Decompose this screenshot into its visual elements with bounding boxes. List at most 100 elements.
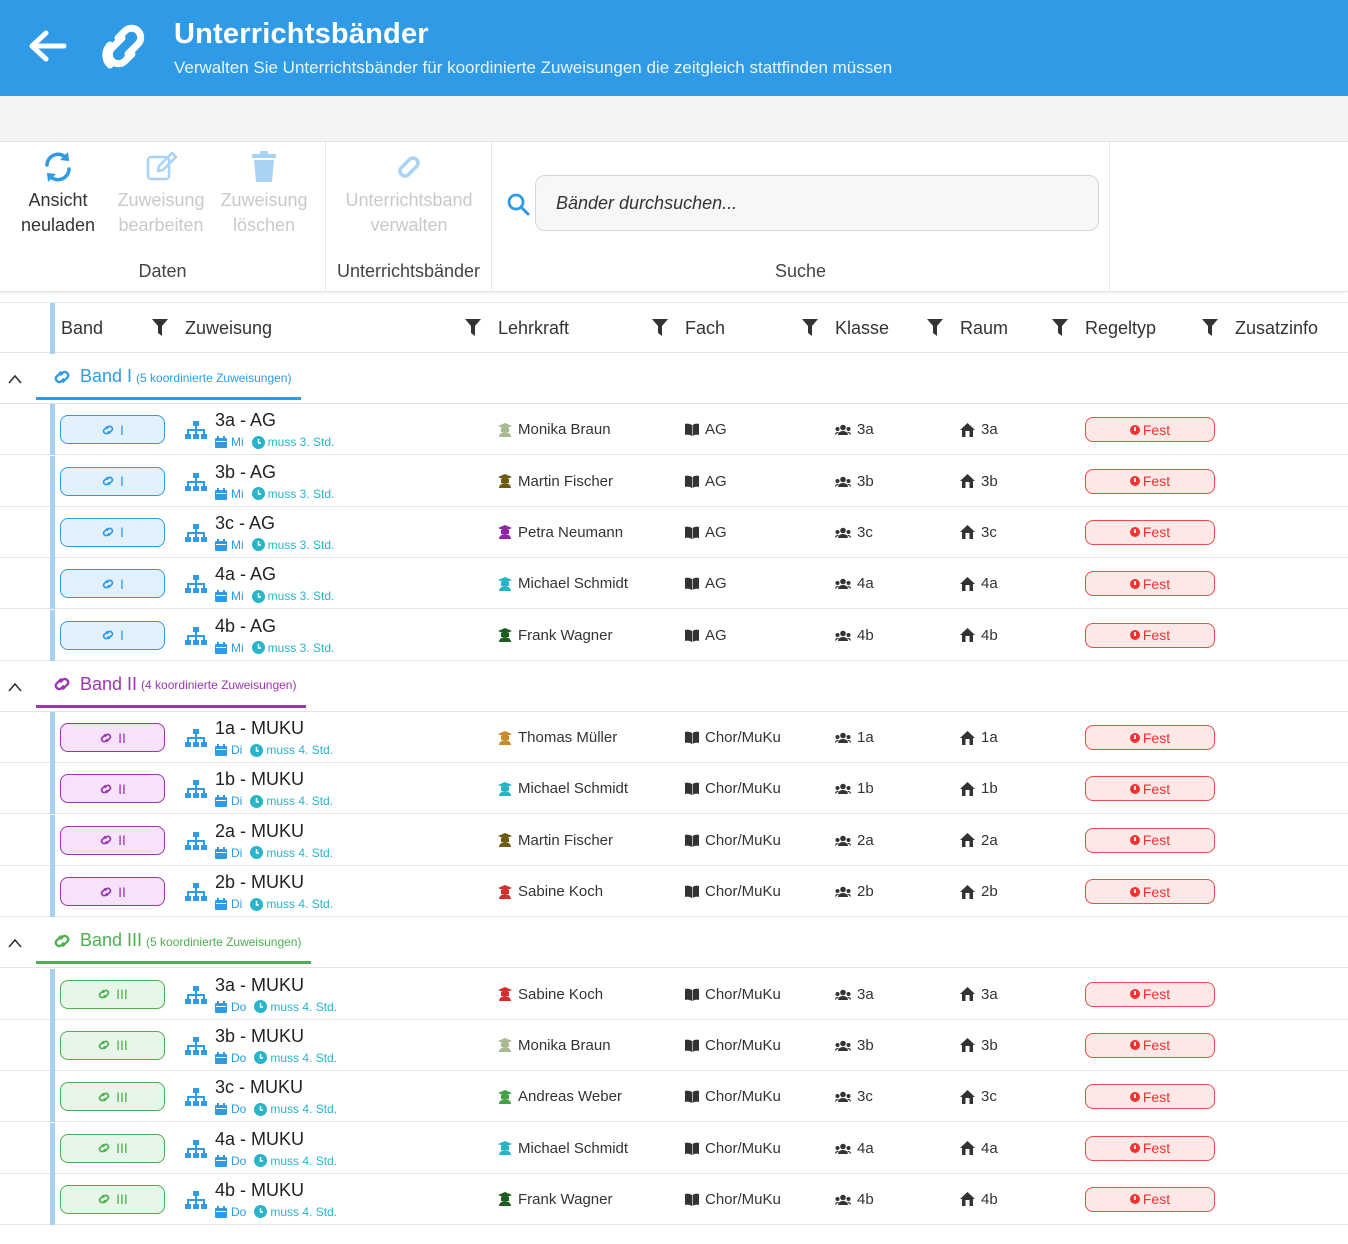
- band-group-name: Band III: [80, 930, 143, 951]
- filter-icon[interactable]: [652, 319, 668, 336]
- assignment-title: 3a - MUKU: [215, 974, 305, 995]
- band-chip[interactable]: I: [60, 620, 165, 650]
- subject-name: AG: [705, 523, 727, 541]
- manage-band-button[interactable]: Unterrichtsband verwalten: [334, 150, 484, 238]
- band-chip-label: III: [116, 1140, 128, 1156]
- band-group-count: (5 koordinierte Zuweisungen): [146, 934, 302, 949]
- column-header-zusatzinfo[interactable]: Zusatzinfo: [1235, 318, 1318, 339]
- sitemap-icon: [185, 421, 207, 440]
- class-name: 3a: [857, 985, 874, 1003]
- delete-assignment-button[interactable]: Zuweisung löschen: [214, 150, 314, 238]
- row-accent: [50, 506, 55, 558]
- page-title: Unterrichtsbänder: [174, 18, 429, 50]
- back-arrow-icon[interactable]: [28, 28, 68, 64]
- table-row[interactable]: II 1a - MUKU Di muss 4. Std. Thomas Müller Ch…: [0, 712, 1348, 764]
- class-name: 1a: [857, 729, 874, 747]
- sitemap-icon: [185, 780, 207, 799]
- table-row[interactable]: I 3a - AG Mi muss 3. Std. Monika Braun AG 3a 3a…: [0, 404, 1348, 456]
- rule-type-label: Fest: [1142, 780, 1171, 797]
- filter-icon[interactable]: [465, 319, 481, 336]
- filter-icon[interactable]: [927, 319, 943, 336]
- table-row[interactable]: III 4a - MUKU Do muss 4. Std. Michael Schmid…: [0, 1122, 1348, 1174]
- users-icon: [835, 527, 851, 538]
- column-header-lehrkraft[interactable]: Lehrkraft: [498, 318, 569, 339]
- row-accent: [50, 1071, 55, 1123]
- assignment-title: 1a - MUKU: [215, 718, 305, 739]
- table-row[interactable]: III 4b - MUKU Do muss 4. Std. Frank Wagner Ch…: [0, 1173, 1348, 1225]
- filter-icon[interactable]: [152, 319, 168, 336]
- column-header-klasse[interactable]: Klasse: [835, 318, 889, 339]
- assignment-rule: muss 4. Std.: [266, 794, 334, 809]
- filter-icon[interactable]: [802, 319, 818, 336]
- band-chip[interactable]: I: [60, 415, 165, 445]
- column-header-zuweisung[interactable]: Zuweisung: [185, 318, 272, 339]
- table-row[interactable]: II 2b - MUKU Di muss 4. Std. Sabine Koch Chor…: [0, 866, 1348, 917]
- column-header-regeltyp[interactable]: Regeltyp: [1085, 318, 1156, 339]
- book-icon: [685, 526, 699, 539]
- table-row[interactable]: I 3b - AG Mi muss 3. Std. Martin Fischer AG 3b…: [0, 455, 1348, 507]
- table-row[interactable]: III 3b - MUKU Do muss 4. Std. Monika Braun Ch…: [0, 1019, 1348, 1071]
- reload-label-2: neuladen: [20, 215, 96, 235]
- band-chip-label: III: [116, 986, 128, 1003]
- band-chip[interactable]: III: [60, 1082, 165, 1112]
- link-icon: [102, 527, 114, 537]
- band-chip[interactable]: III: [60, 979, 165, 1009]
- room-name: 3b: [981, 472, 998, 490]
- room-cell: 3b: [960, 1037, 998, 1054]
- band-chip[interactable]: II: [60, 825, 165, 855]
- table-row[interactable]: III 3a - MUKU Do muss 4. Std. Sabine Koch Cho…: [0, 968, 1348, 1020]
- row-accent: [50, 609, 55, 661]
- chevron-up-icon[interactable]: [8, 935, 22, 948]
- column-header-band[interactable]: Band: [61, 318, 103, 339]
- band-group-name: Band II: [80, 673, 138, 694]
- calendar-icon: [215, 795, 227, 808]
- band-chip[interactable]: II: [60, 877, 165, 906]
- delete-label-2: löschen: [232, 215, 296, 235]
- band-chip[interactable]: I: [60, 569, 165, 599]
- filter-icon[interactable]: [1202, 319, 1218, 336]
- band-chip[interactable]: III: [60, 1184, 165, 1214]
- search-icon: [507, 193, 530, 216]
- table-row[interactable]: I 4a - AG Mi muss 3. Std. Michael Schmidt AG 4…: [0, 558, 1348, 610]
- subject-cell: Chor/MuKu: [685, 780, 781, 797]
- table-row[interactable]: I 4b - AG Mi muss 3. Std. Frank Wagner AG 4b 4b…: [0, 609, 1348, 661]
- band-chip[interactable]: III: [60, 1133, 165, 1163]
- band-group-tab[interactable]: Band I (5 koordinierte Zuweisungen): [36, 353, 301, 400]
- filter-icon[interactable]: [1052, 319, 1068, 336]
- subject-name: AG: [705, 421, 727, 439]
- table-row[interactable]: II 1b - MUKU Di muss 4. Std. Michael Schmidt…: [0, 763, 1348, 815]
- table-row[interactable]: II 2a - MUKU Di muss 4. Std. Martin Fischer C…: [0, 814, 1348, 866]
- edit-assignment-button[interactable]: Zuweisung bearbeiten: [111, 150, 211, 238]
- band-group-tab[interactable]: Band II (4 koordinierte Zuweisungen): [36, 661, 306, 708]
- room-icon: [960, 1038, 975, 1053]
- column-header-fach[interactable]: Fach: [685, 318, 725, 339]
- column-header-raum[interactable]: Raum: [960, 318, 1008, 339]
- teacher-name: Petra Neumann: [518, 523, 624, 541]
- reload-view-button[interactable]: Ansicht neuladen: [8, 150, 108, 238]
- band-chip[interactable]: II: [60, 723, 165, 753]
- toolbar-spacer: [0, 96, 1348, 142]
- teacher-cell: Frank Wagner: [498, 1191, 612, 1208]
- clock-icon: [251, 538, 265, 552]
- book-icon: [685, 629, 699, 642]
- table-row[interactable]: I 3c - AG Mi muss 3. Std. Petra Neumann AG 3c 3…: [0, 506, 1348, 558]
- band-chip-label: II: [118, 729, 126, 746]
- search-input[interactable]: [535, 175, 1099, 231]
- band-chip[interactable]: I: [60, 517, 165, 547]
- assignment-meta: Di muss 4. Std.: [215, 743, 333, 757]
- teacher-cell: Michael Schmidt: [498, 575, 628, 592]
- assignment-rule: muss 4. Std.: [270, 1102, 338, 1117]
- chevron-up-icon[interactable]: [8, 371, 22, 384]
- band-chip[interactable]: III: [60, 1030, 165, 1060]
- table-row[interactable]: III 3c - MUKU Do muss 4. Std. Andreas Weber C…: [0, 1071, 1348, 1123]
- class-cell: 2b: [835, 883, 874, 900]
- ribbon-group-daten: Ansicht neuladen Zuweisung bearbeiten Zu…: [0, 142, 326, 290]
- band-chip[interactable]: II: [60, 774, 165, 804]
- teacher-cell: Monika Braun: [498, 421, 611, 438]
- assignment-rule: muss 4. Std.: [266, 845, 334, 860]
- band-chip[interactable]: I: [60, 466, 165, 496]
- calendar-icon: [215, 487, 227, 500]
- band-group-tab[interactable]: Band III (5 koordinierte Zuweisungen): [36, 917, 311, 964]
- chevron-up-icon[interactable]: [8, 679, 22, 692]
- rule-type-label: Fest: [1142, 1140, 1171, 1156]
